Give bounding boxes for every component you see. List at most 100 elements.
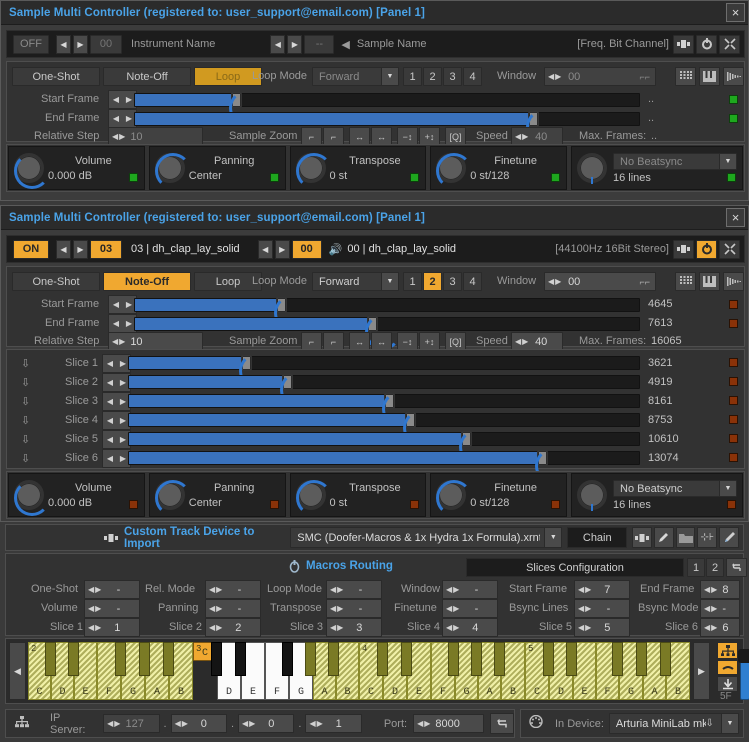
stepper-arrows-icon[interactable]: ◀▶ <box>327 585 346 594</box>
panel-2-volume-knob-cell[interactable]: Volume 0.000 dB <box>8 473 145 517</box>
panel-1-sample-name[interactable]: Sample Name <box>357 38 427 50</box>
slider-knob[interactable] <box>282 374 293 390</box>
slice-2-stepper[interactable]: ◀▶ <box>102 373 131 392</box>
routing-cell-stepper[interactable]: ◀▶1 <box>84 618 140 637</box>
panel-1-waveform-icon[interactable] <box>673 35 694 54</box>
slice-handle-icon[interactable]: ⇩ <box>21 452 30 465</box>
panel-1-beatsync-select[interactable]: No Beatsync ▼ <box>613 153 737 170</box>
routing-cell-stepper[interactable]: ◀▶5 <box>574 618 630 637</box>
instrument-prev-icon[interactable]: ◀ <box>56 35 71 54</box>
ip-octet-1-stepper[interactable]: ◀▶ 127 <box>103 714 159 733</box>
down-arrow-icon[interactable]: ⇩ <box>706 718 717 729</box>
panel-2-collapse-icon[interactable] <box>719 240 740 259</box>
slice-prev-icon[interactable]: ◀ <box>104 398 117 406</box>
stepper-arrows-icon[interactable]: ◀▶ <box>85 623 104 632</box>
beatsync-knob[interactable] <box>577 153 607 183</box>
slider-knob[interactable] <box>367 316 378 332</box>
stepper-arrows-icon[interactable]: ◀▶ <box>327 623 346 632</box>
stepper-arrows-icon[interactable]: ◀▶ <box>306 719 325 728</box>
chevron-down-icon[interactable]: ▼ <box>381 68 398 85</box>
routing-cell-stepper[interactable]: ◀▶8 <box>700 580 740 599</box>
panel-1-instrument-index[interactable]: 00 <box>90 35 122 54</box>
routing-cell-stepper[interactable]: ◀▶- <box>84 599 140 618</box>
slice-6-stepper[interactable]: ◀▶ <box>102 449 131 468</box>
panel-2-loop-slot-4[interactable]: 4 <box>463 272 482 291</box>
finetune-knob[interactable] <box>436 153 466 183</box>
keyboard-download-button[interactable] <box>717 676 738 692</box>
transpose-knob[interactable] <box>296 480 326 510</box>
key-Gsharp4[interactable] <box>471 642 482 676</box>
panel-2-waveform2-icon[interactable] <box>723 272 744 291</box>
panel-2-close-button[interactable]: × <box>726 208 745 227</box>
slice-4-stepper[interactable]: ◀▶ <box>102 411 131 430</box>
slice-prev-icon[interactable]: ◀ <box>104 436 117 444</box>
panel-2-instrument-name[interactable]: 03 | dh_clap_lay_solid <box>131 243 240 255</box>
panel-1-window-stepper[interactable]: ◀▶ 00 ⌐⌐ <box>544 67 656 86</box>
key-Dsharp5[interactable] <box>566 642 577 676</box>
ip-octet-4-stepper[interactable]: ◀▶ 1 <box>305 714 361 733</box>
panel-1-collapse-icon[interactable] <box>719 35 740 54</box>
import-edit-pencil-icon[interactable] <box>654 527 674 548</box>
key-Dsharp3[interactable] <box>235 642 246 676</box>
stepper-arrows-icon[interactable]: ◀▶ <box>239 719 258 728</box>
panel-1-one-shot-button[interactable]: One-Shot <box>12 67 100 86</box>
end-frame-prev-icon[interactable]: ◀ <box>110 320 123 328</box>
key-Fsharp3[interactable] <box>282 642 293 676</box>
key-Asharp5[interactable] <box>660 642 671 676</box>
stepper-arrows-icon[interactable]: ◀▶ <box>575 623 594 632</box>
panel-2-window-stepper[interactable]: ◀▶ 00 ⌐⌐ <box>544 272 656 291</box>
stepper-arrows-icon[interactable]: ◀▶ <box>575 604 594 613</box>
routing-reset-arrow-icon[interactable] <box>726 558 747 577</box>
start-frame-prev-icon[interactable]: ◀ <box>110 301 123 309</box>
panel-2-instrument-stepper[interactable]: ◀ ▶ <box>56 240 90 259</box>
slice-1-stepper[interactable]: ◀▶ <box>102 354 131 373</box>
volume-knob[interactable] <box>14 480 44 510</box>
slice-handle-icon[interactable]: ⇩ <box>21 433 30 446</box>
keyboard-minus-box-button[interactable] <box>717 660 738 675</box>
panel-2-sample-stepper[interactable]: ◀ ▶ <box>258 240 292 259</box>
panel-2-one-shot-button[interactable]: One-Shot <box>12 272 100 291</box>
routing-cell-stepper[interactable]: ◀▶- <box>84 580 140 599</box>
routing-cell-stepper[interactable]: ◀▶6 <box>700 618 740 637</box>
slice-handle-icon[interactable]: ⇩ <box>21 376 30 389</box>
sample-next-icon[interactable]: ▶ <box>287 35 302 54</box>
chevron-down-icon[interactable]: ▼ <box>381 273 398 290</box>
slice-4-slider[interactable] <box>128 413 640 427</box>
key-Asharp2[interactable] <box>163 642 174 676</box>
window-marker-icon[interactable]: ⌐⌐ <box>639 72 655 82</box>
key-Fsharp4[interactable] <box>448 642 459 676</box>
slider-knob[interactable] <box>384 393 395 409</box>
panel-1-keyboard-icon[interactable] <box>699 67 720 86</box>
slider-knob[interactable] <box>528 111 539 127</box>
keyboard-velocity-knob[interactable] <box>738 649 749 663</box>
panel-1-loop-icon[interactable] <box>696 35 717 54</box>
routing-cell-stepper[interactable]: ◀▶- <box>574 599 630 618</box>
stepper-arrows-icon[interactable]: ◀▶ <box>327 604 346 613</box>
slice-2-slider[interactable] <box>128 375 640 389</box>
routing-page-tab-1[interactable]: 1 <box>687 558 705 577</box>
panel-1-loop-slot-1[interactable]: 1 <box>403 67 422 86</box>
panel-2-loop-slot-1[interactable]: 1 <box>403 272 422 291</box>
slice-prev-icon[interactable]: ◀ <box>104 455 117 463</box>
instrument-prev-icon[interactable]: ◀ <box>56 240 71 259</box>
transpose-knob[interactable] <box>296 153 326 183</box>
stepper-arrows-icon[interactable]: ◀▶ <box>443 604 462 613</box>
panel-1-grid-icon[interactable] <box>675 67 696 86</box>
stepper-arrows-icon[interactable]: ◀▶ <box>85 604 104 613</box>
chevron-down-icon[interactable]: ▼ <box>544 528 561 547</box>
routing-cell-stepper[interactable]: ◀▶- <box>700 599 740 618</box>
panel-1-loop-slot-2[interactable]: 2 <box>423 67 442 86</box>
stepper-arrows-icon[interactable]: ◀▶ <box>85 585 104 594</box>
speed-arrows-icon[interactable]: ◀▶ <box>512 337 531 346</box>
keyboard-scroll-right[interactable]: ▶ <box>693 642 710 700</box>
key-Csharp4[interactable] <box>377 642 388 676</box>
panel-2-finetune-knob-cell[interactable]: Finetune 0 st/128 <box>430 473 567 517</box>
panel-2-start-frame-slider[interactable] <box>134 298 640 312</box>
panel-2-loop-slot-2[interactable]: 2 <box>423 272 442 291</box>
key-Fsharp5[interactable] <box>612 642 623 676</box>
panel-2-note-off-button[interactable]: Note-Off <box>103 272 191 291</box>
routing-cell-stepper[interactable]: ◀▶- <box>326 599 382 618</box>
routing-cell-stepper[interactable]: ◀▶- <box>442 599 498 618</box>
panel-1-volume-knob-cell[interactable]: Volume 0.000 dB <box>8 146 145 190</box>
ip-octet-3-stepper[interactable]: ◀▶ 0 <box>238 714 294 733</box>
